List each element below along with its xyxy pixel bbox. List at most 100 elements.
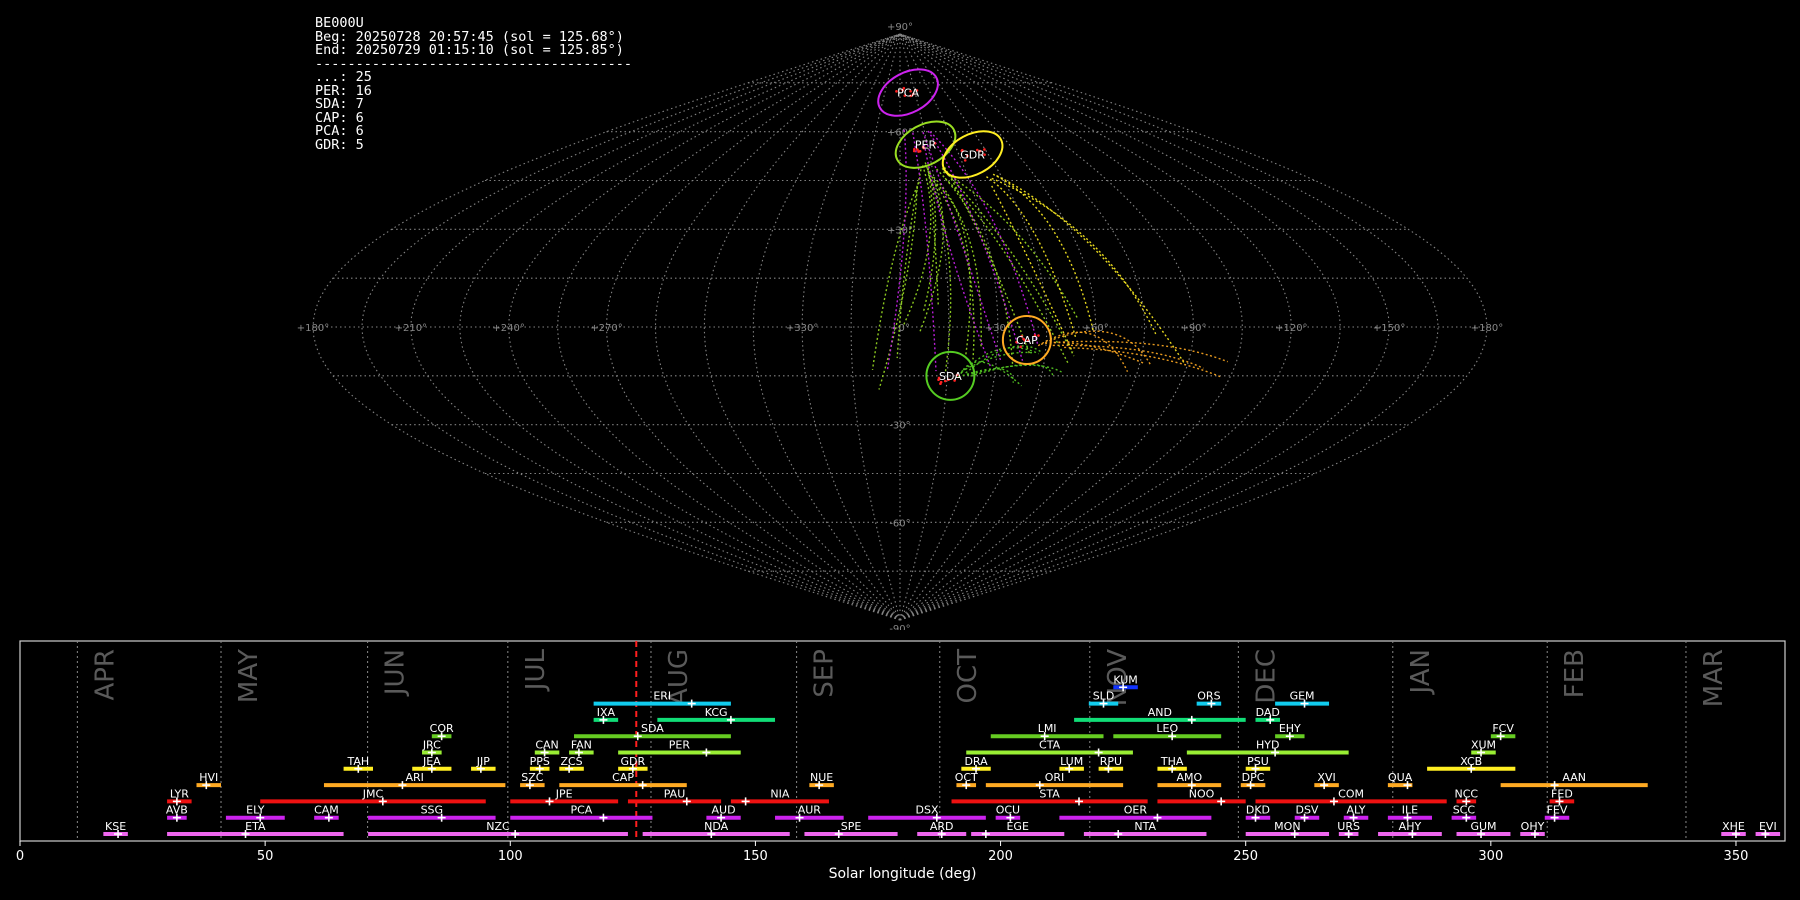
shower-label: EHY <box>1279 722 1301 735</box>
shower-ors: ORS <box>1196 690 1222 708</box>
shower-gdr: GDR <box>618 755 648 773</box>
shower-label: FAN <box>571 739 592 752</box>
longitude-tick-label: +90° <box>1180 323 1206 334</box>
shower-fcv: FCV <box>1490 722 1516 741</box>
shower-label: SLD <box>1093 690 1115 703</box>
shower-label: PAU <box>664 787 686 800</box>
shower-oct: OCT <box>955 771 978 790</box>
shower-label: ARI <box>405 771 423 784</box>
shower-aly: ALY <box>1343 804 1369 822</box>
shower-dsv: DSV <box>1294 804 1320 822</box>
shower-szc: SZC <box>520 771 545 790</box>
shower-label: ILE <box>1402 804 1418 817</box>
shower-label: IXA <box>597 706 616 719</box>
shower-label: JIP <box>476 755 490 768</box>
shower-ncc: NCC <box>1455 787 1478 806</box>
shower-label: DPC <box>1242 771 1265 784</box>
longitude-tick-label: +180° <box>1471 323 1503 334</box>
shower-dad: DAD <box>1255 706 1281 724</box>
month-label: OCT <box>953 649 983 704</box>
shower-label: SPE <box>841 820 862 833</box>
x-tick-label: 250 <box>1233 849 1258 864</box>
shower-label: PCA <box>570 804 592 817</box>
x-tick-label: 150 <box>743 849 768 864</box>
shower-label: COR <box>430 722 454 735</box>
latitude-tick-label: +60° <box>887 128 913 139</box>
shower-label: URS <box>1337 820 1360 833</box>
month-label: SEP <box>810 649 840 698</box>
shower-rpu: RPU <box>1098 755 1124 773</box>
shower-label: STA <box>1039 787 1060 800</box>
latitude-tick-label: -30° <box>889 421 910 432</box>
shower-label: JPE <box>555 787 573 800</box>
shower-label: OER <box>1124 804 1148 817</box>
shower-label: OHY <box>1521 820 1545 833</box>
shower-label: QUA <box>1388 771 1413 784</box>
shower-dra: DRA <box>961 755 991 773</box>
longitude-tick-label: +270° <box>590 323 622 334</box>
shower-label: AAN <box>1562 771 1586 784</box>
shower-label: AHY <box>1399 820 1422 833</box>
meteor-trail <box>991 177 1157 335</box>
shower-xum: XUM <box>1471 739 1496 757</box>
shower-xvi: XVI <box>1314 771 1339 790</box>
meteor-trail <box>986 176 1077 339</box>
shower-label: LYR <box>170 787 189 800</box>
shower-dkd: DKD <box>1245 804 1271 822</box>
shower-label: TAH <box>346 755 369 768</box>
month-label: JAN <box>1406 649 1436 695</box>
shower-tha: THA <box>1157 755 1187 773</box>
shower-label: FED <box>1551 787 1573 800</box>
month-label: MAY <box>234 649 264 703</box>
shower-evi: EVI <box>1755 820 1781 838</box>
shower-label: NZC <box>486 820 510 833</box>
longitude-tick-label: +150° <box>1373 323 1405 334</box>
shower-qua: QUA <box>1387 771 1413 790</box>
x-tick-label: 350 <box>1724 849 1749 864</box>
longitude-tick-label: +180° <box>297 323 329 334</box>
shower-label: DSX <box>916 804 939 817</box>
shower-label: MON <box>1274 820 1300 833</box>
shower-label: EVI <box>1759 820 1777 833</box>
shower-urs: URS <box>1337 820 1360 838</box>
month-label: JUL <box>521 648 551 692</box>
shower-cor: COR <box>430 722 454 741</box>
shower-kse: KSE <box>103 820 128 838</box>
shower-label: AUR <box>798 804 822 817</box>
shower-dpc: DPC <box>1240 771 1266 790</box>
shower-label: ORI <box>1045 771 1065 784</box>
sky-map: +180°+150°+120°+90°+60°+30°+0°+330°+270°… <box>297 22 1503 630</box>
shower-label: KUM <box>1113 673 1137 686</box>
timeline-frame <box>19 640 1786 842</box>
shower-hvi: HVI <box>196 771 222 790</box>
meteor-trail <box>1053 340 1228 363</box>
shower-label: COM <box>1338 787 1364 800</box>
shower-label: DSV <box>1295 804 1318 817</box>
shower-label: LUM <box>1060 755 1083 768</box>
shower-label: CAM <box>314 804 339 817</box>
shower-label: ZCS <box>560 755 582 768</box>
shower-label: JMC <box>362 787 384 800</box>
shower-timeline: APR MAY JUN JUL AUG SEP OCT NOV DEC JAN FEB MARKUME… <box>16 640 1786 882</box>
shower-nue: NUE <box>809 771 834 790</box>
meridian-line <box>508 33 901 621</box>
shower-label: AND <box>1148 706 1172 719</box>
shower-fev: FEV <box>1544 804 1570 822</box>
shower-label: AMO <box>1176 771 1202 784</box>
shower-label: XUM <box>1471 739 1496 752</box>
shower-label: CTA <box>1039 739 1061 752</box>
shower-label: SCC <box>1453 804 1476 817</box>
shower-label: CAP <box>612 771 634 784</box>
latitude-tick-label: -60° <box>889 518 910 529</box>
shower-ocu: OCU <box>995 804 1021 822</box>
radiant-label: PCA <box>897 87 919 100</box>
longitude-tick-label: +330° <box>786 323 818 334</box>
shower-zcs: ZCS <box>559 755 584 773</box>
shower-lum: LUM <box>1059 755 1084 773</box>
month-label: APR <box>90 649 120 701</box>
shower-scc: SCC <box>1451 804 1477 822</box>
shower-label: SSG <box>421 804 444 817</box>
shower-label: ORS <box>1197 690 1220 703</box>
latitude-tick-label: +30° <box>887 225 913 236</box>
shower-label: THA <box>1160 755 1184 768</box>
